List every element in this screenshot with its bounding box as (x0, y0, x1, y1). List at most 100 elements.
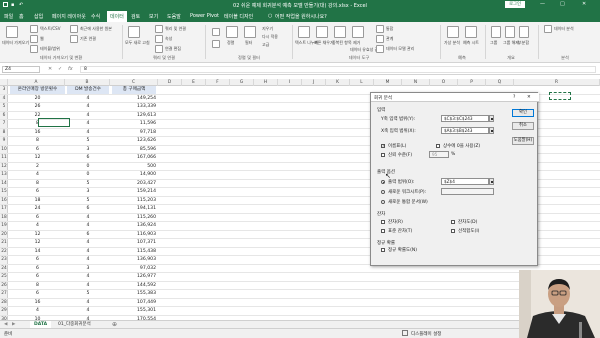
row-number[interactable]: 9 (0, 137, 8, 145)
function-icon[interactable]: fx (68, 66, 73, 72)
add-sheet-icon[interactable]: ⊕ (112, 321, 117, 328)
cell-amount[interactable]: 116,903 (112, 231, 156, 239)
forecast-sheet-icon[interactable] (465, 26, 477, 38)
row-number[interactable]: 13 (0, 171, 8, 179)
cell-dm[interactable]: 4 (67, 112, 109, 120)
sort-za-icon[interactable] (212, 40, 220, 48)
cell-dm[interactable]: 4 (67, 282, 109, 290)
cell-amount[interactable]: 97,032 (112, 265, 156, 273)
tab-table-design[interactable]: 테이블 디자인 (224, 13, 253, 20)
ok-button[interactable]: 확인 (512, 109, 534, 117)
cell-dm[interactable]: 0 (67, 171, 109, 179)
cell-amount[interactable]: 115,260 (112, 214, 156, 222)
cell-amount[interactable]: 107,449 (112, 299, 156, 307)
help-button[interactable]: 도움말(H) (512, 137, 534, 145)
std-residuals-checkbox[interactable] (381, 229, 385, 233)
tab-formulas[interactable]: 수식 (91, 13, 100, 20)
residuals-checkbox[interactable] (381, 220, 385, 224)
cell-visits[interactable]: 20 (10, 95, 65, 103)
cell-dm[interactable]: 4 (67, 103, 109, 111)
column-header[interactable]: F (206, 79, 230, 86)
save-icon[interactable]: ▪ (11, 2, 14, 8)
autosave-icon[interactable] (3, 2, 8, 7)
maximize-button[interactable]: □ (560, 1, 565, 7)
cell-visits[interactable]: 12 (10, 154, 65, 162)
x-range-input[interactable]: $A$3:$B$243 (441, 127, 489, 134)
cell-visits[interactable]: 8 (10, 137, 65, 145)
row-number[interactable]: 15 (0, 188, 8, 196)
clear-filter[interactable]: 지우기 (262, 26, 273, 32)
cell-dm[interactable]: 3 (67, 265, 109, 273)
display-settings-icon[interactable] (402, 330, 408, 336)
active-cell[interactable] (38, 118, 70, 127)
edit-links-icon[interactable] (155, 45, 163, 53)
cell-visits[interactable]: 4 (10, 222, 65, 230)
remove-duplicates-icon[interactable] (334, 26, 346, 38)
scroll-right-icon[interactable]: ▶ (12, 322, 15, 327)
row-number[interactable]: 17 (0, 205, 8, 213)
row-number[interactable]: 4 (0, 95, 8, 103)
web-icon[interactable] (30, 35, 38, 43)
new-workbook-radio[interactable] (381, 200, 385, 204)
cell-visits[interactable]: 4 (10, 307, 65, 315)
column-header[interactable]: C (110, 79, 158, 86)
cell-visits[interactable]: 6 (10, 188, 65, 196)
cell-dm[interactable]: 4 (67, 307, 109, 315)
relationships-icon[interactable] (376, 35, 384, 43)
undo-icon[interactable]: ↶ (19, 2, 23, 8)
header-cell-visits[interactable]: 온라인매장 방문횟수 (10, 86, 65, 94)
cancel-button[interactable]: 취소 (512, 122, 534, 130)
column-header[interactable]: O (430, 79, 458, 86)
queries-icon[interactable] (155, 25, 163, 33)
line-fit-checkbox[interactable] (451, 229, 455, 233)
row-number[interactable]: 12 (0, 163, 8, 171)
new-sheet-input[interactable] (441, 188, 494, 195)
confidence-input[interactable]: 95 (429, 151, 449, 158)
tab-data[interactable]: 데이터 (107, 11, 127, 22)
row-number[interactable]: 25 (0, 273, 8, 281)
cell-amount[interactable]: 155,383 (112, 290, 156, 298)
column-header[interactable]: E (182, 79, 206, 86)
cell-dm[interactable]: 0 (67, 163, 109, 171)
flash-fill-icon[interactable] (316, 26, 328, 38)
y-range-collapse-icon[interactable] (489, 115, 494, 122)
text-csv-icon[interactable] (30, 25, 38, 33)
output-range-radio[interactable] (381, 180, 385, 184)
sort-icon[interactable] (226, 26, 238, 38)
residual-plots-checkbox[interactable] (451, 220, 455, 224)
cell-dm[interactable]: 6 (67, 205, 109, 213)
subtotal-icon[interactable] (519, 26, 529, 38)
cell-amount[interactable]: 136,924 (112, 222, 156, 230)
cell-dm[interactable]: 3 (67, 146, 109, 154)
cell-dm[interactable]: 4 (67, 239, 109, 247)
cancel-icon[interactable]: ✕ (48, 66, 52, 72)
row-number[interactable]: 10 (0, 146, 8, 154)
signin-button[interactable]: 로그인 (505, 1, 525, 8)
cell-amount[interactable]: 115,438 (112, 248, 156, 256)
get-data-icon[interactable] (6, 26, 18, 38)
column-header[interactable]: P (458, 79, 486, 86)
cell-amount[interactable]: 107,371 (112, 239, 156, 247)
recent-sources-icon[interactable] (70, 25, 78, 33)
cell-amount[interactable]: 155,301 (112, 307, 156, 315)
cell-dm[interactable]: 4 (67, 273, 109, 281)
cell-dm[interactable]: 5 (67, 290, 109, 298)
tab-help[interactable]: 도움말 (167, 13, 181, 20)
filter-icon[interactable] (244, 26, 256, 38)
cell-visits[interactable]: 6 (10, 146, 65, 154)
column-header[interactable]: B (65, 79, 110, 86)
cell-dm[interactable]: 4 (67, 214, 109, 222)
column-header[interactable]: M (374, 79, 402, 86)
cell-dm[interactable]: 4 (67, 256, 109, 264)
sort-az-icon[interactable] (212, 28, 220, 36)
column-header[interactable]: K (326, 79, 350, 86)
constant-zero-checkbox[interactable] (436, 144, 440, 148)
row-number[interactable]: 29 (0, 307, 8, 315)
cell-amount[interactable]: 11,596 (112, 120, 156, 128)
tab-file[interactable]: 파일 (4, 13, 13, 20)
column-header[interactable]: H (254, 79, 278, 86)
cell-visits[interactable]: 16 (10, 129, 65, 137)
select-all-corner[interactable] (0, 79, 8, 86)
row-number[interactable]: 7 (0, 120, 8, 128)
name-box[interactable]: Z4 (2, 66, 40, 73)
